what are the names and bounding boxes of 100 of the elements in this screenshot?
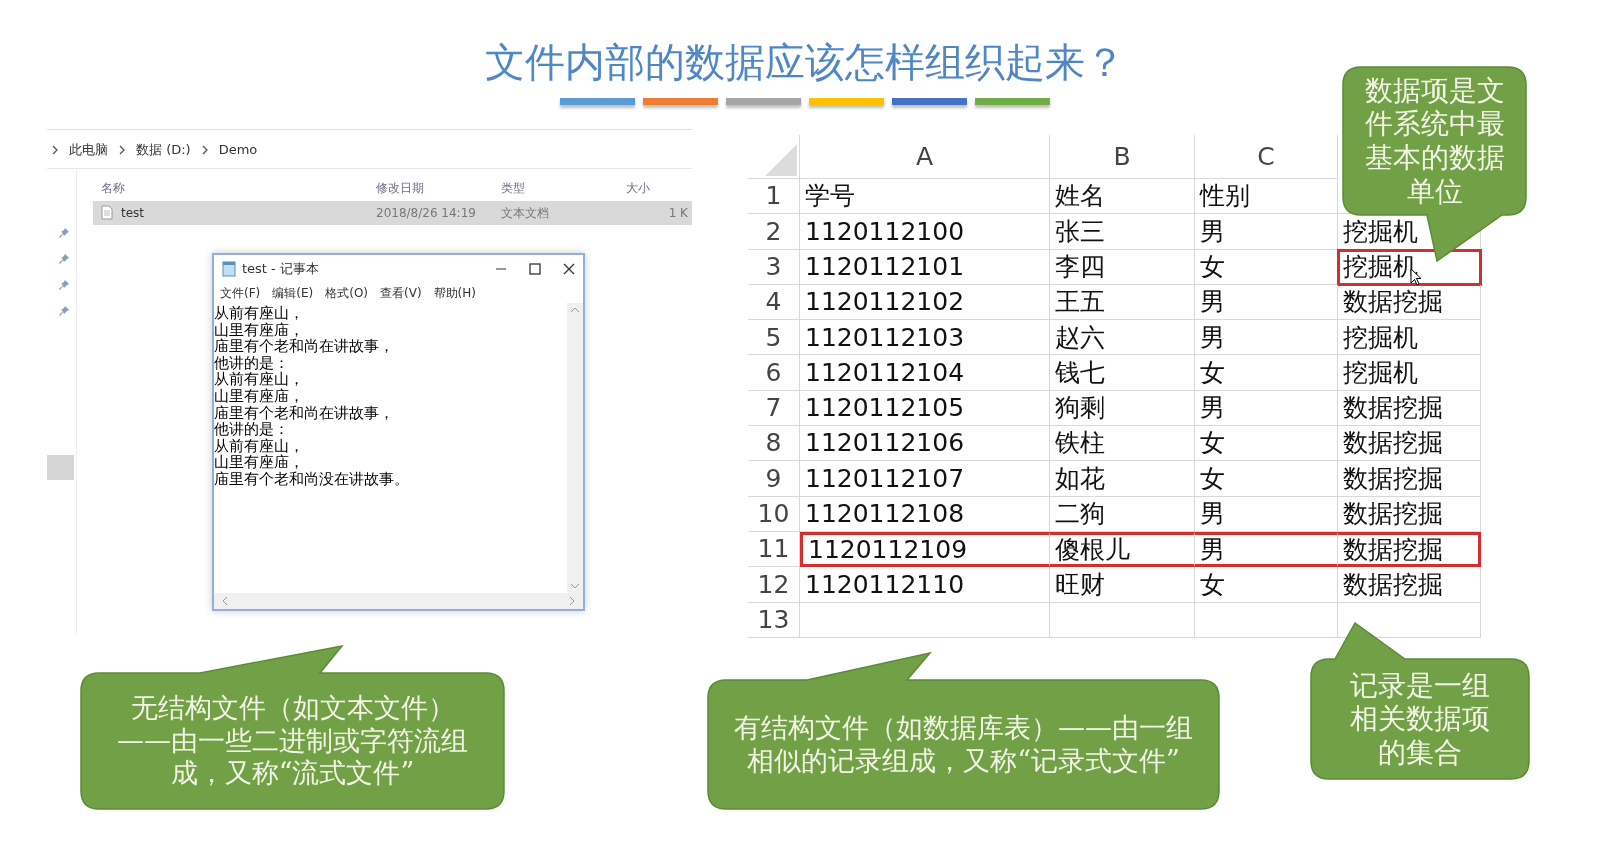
menu-item[interactable]: 查看(V): [380, 284, 422, 302]
text-line: 他讲的是：: [214, 421, 290, 438]
table-cell: 数据挖掘: [1338, 284, 1481, 321]
menu-item[interactable]: 文件(F): [220, 284, 261, 302]
slide-title: 文件内部的数据应该怎样组织起来？: [485, 40, 1125, 84]
horizontal-scrollbar[interactable]: [214, 593, 583, 609]
table-cell: 李四: [1050, 249, 1195, 285]
table-cell: 1120112101: [800, 249, 1050, 285]
row-number[interactable]: 1: [748, 179, 800, 215]
document-icon: [101, 205, 113, 220]
column-header[interactable]: 大小: [620, 178, 690, 201]
breadcrumb-item[interactable]: Demo: [218, 140, 258, 160]
table-cell: 男: [1195, 531, 1338, 568]
table-cell: 旺财: [1050, 567, 1195, 603]
text-line: 他讲的是：: [214, 354, 290, 372]
scroll-down-icon[interactable]: [570, 583, 580, 589]
chevron-icon: [200, 144, 209, 155]
row-number[interactable]: 2: [748, 214, 800, 250]
pin-icon[interactable]: [59, 228, 69, 238]
table-cell: 挖掘机: [1338, 355, 1481, 391]
table-cell: 狗剩: [1050, 390, 1195, 427]
pin-icon[interactable]: [59, 280, 69, 290]
table-cell: 男: [1195, 284, 1338, 321]
row-number[interactable]: 10: [748, 496, 800, 532]
menu-item[interactable]: 帮助(H): [433, 284, 476, 302]
row-number[interactable]: 8: [748, 426, 800, 462]
scroll-up-icon[interactable]: [570, 307, 580, 313]
scroll-right-icon[interactable]: [569, 596, 575, 606]
text-line: 山里有座庙，: [214, 387, 305, 405]
table-cell: 女: [1195, 461, 1338, 497]
table-cell: 姓名: [1050, 179, 1195, 215]
breadcrumb-item[interactable]: 数据 (D:): [136, 140, 191, 160]
table-cell: 男: [1195, 496, 1338, 532]
callout-text: 记录是一组相关数据项的集合: [1349, 668, 1491, 770]
menu-item[interactable]: 编辑(E): [272, 284, 314, 302]
table-cell: 数据挖掘: [1338, 496, 1481, 532]
breadcrumb-item[interactable]: 此电脑: [69, 140, 108, 160]
table-cell: 1120112108: [800, 496, 1050, 532]
close-icon[interactable]: [563, 263, 575, 275]
table-cell: 数据挖掘: [1338, 461, 1481, 497]
table-cell: 学号: [800, 179, 1050, 215]
column-header[interactable]: 修改日期: [370, 178, 495, 201]
callout-text: 数据项是文件系统中最基本的数据单位: [1363, 73, 1506, 209]
row-number[interactable]: 6: [748, 355, 800, 391]
table-cell: 数据挖掘: [1338, 426, 1481, 462]
row-number[interactable]: 3: [748, 249, 800, 285]
table-cell: 数据挖掘: [1338, 390, 1481, 427]
table-cell: 女: [1195, 426, 1338, 462]
table-cell: 1120112110: [800, 567, 1050, 603]
table-cell: 数据挖掘: [1338, 531, 1481, 568]
row-number[interactable]: 5: [748, 320, 800, 356]
text-line: 山里有座庙，: [214, 321, 305, 339]
file-name: test: [121, 204, 145, 222]
table-cell: 赵六: [1050, 320, 1195, 356]
chevron-icon[interactable]: [51, 144, 59, 155]
text-line: 从前有座山，: [214, 371, 305, 388]
table-cell: 1120112106: [800, 426, 1050, 462]
column-header[interactable]: C: [1195, 135, 1338, 179]
file-type: 文本文档: [500, 204, 550, 222]
text-line: 庙里有个老和尚没在讲故事。: [214, 470, 410, 488]
file-date: 2018/8/26 14:19: [375, 204, 477, 222]
file-row[interactable]: test 2018/8/26 14:19 文本文档 1 K: [93, 200, 692, 225]
row-number[interactable]: 13: [748, 602, 800, 638]
row-number[interactable]: 11: [748, 531, 800, 568]
table-cell: 1120112103: [800, 320, 1050, 356]
text-line: 从前有座山，: [214, 305, 305, 322]
scroll-left-icon[interactable]: [222, 596, 228, 606]
table-cell: 如花: [1050, 461, 1195, 497]
pin-icon[interactable]: [59, 306, 69, 316]
vertical-scrollbar[interactable]: [567, 303, 583, 593]
table-cell: 女: [1195, 567, 1338, 603]
window-title: test - 记事本: [242, 260, 319, 279]
pin-icon[interactable]: [59, 254, 69, 264]
text-line: 庙里有个老和尚在讲故事，: [214, 338, 395, 355]
text-line: 庙里有个老和尚在讲故事，: [214, 404, 395, 422]
table-cell: 女: [1195, 355, 1338, 391]
row-number[interactable]: 12: [748, 567, 800, 603]
callout-text: 有结构文件（如数据库表）——由一组相似的记录组成，又称“记录式文件”: [733, 712, 1194, 777]
column-header[interactable]: 名称: [95, 178, 370, 201]
table-cell: 性别: [1195, 179, 1338, 215]
text-line: 山里有座庙，: [214, 454, 305, 471]
notepad-icon: [222, 261, 236, 277]
file-size: 1 K: [667, 204, 688, 222]
row-number[interactable]: 4: [748, 284, 800, 321]
column-header[interactable]: A: [800, 135, 1050, 179]
table-cell: 男: [1195, 390, 1338, 427]
menu-item[interactable]: 格式(O): [325, 284, 369, 302]
column-header[interactable]: B: [1050, 135, 1195, 179]
table-cell: 1120112107: [800, 461, 1050, 497]
column-header[interactable]: 类型: [495, 178, 620, 201]
row-number[interactable]: 9: [748, 461, 800, 497]
scroll-thumb[interactable]: [47, 455, 74, 480]
row-number[interactable]: 7: [748, 390, 800, 427]
callout-text: 无结构文件（如文本文件）——由一些二进制或字符流组成，又称“流式文件”: [116, 692, 469, 790]
chevron-icon: [118, 144, 126, 155]
table-cell: 张三: [1050, 214, 1195, 250]
table-cell: 男: [1195, 214, 1338, 250]
table-cell: 女: [1195, 249, 1338, 285]
table-cell: 1120112109: [800, 531, 1050, 568]
maximize-icon[interactable]: [529, 263, 541, 275]
